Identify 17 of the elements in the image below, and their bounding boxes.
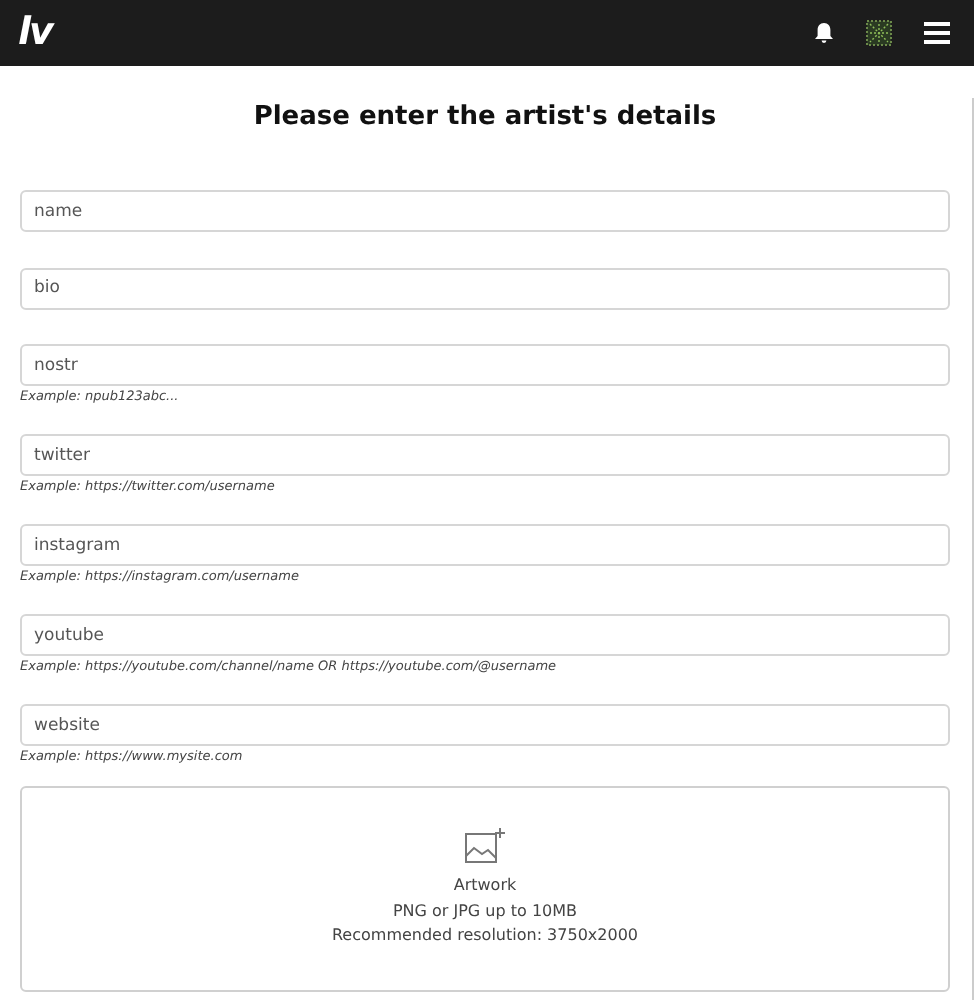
upload-resolution: Recommended resolution: 3750x2000 xyxy=(331,924,639,949)
upload-formats: PNG or JPG up to 10MB xyxy=(392,899,578,924)
input-field[interactable]: name xyxy=(20,190,950,232)
bell-icon[interactable] xyxy=(814,22,834,44)
menu-icon[interactable] xyxy=(924,22,950,44)
input-field[interactable]: nostr xyxy=(20,344,950,386)
avatar-icon[interactable] xyxy=(866,20,892,46)
input-field[interactable]: website xyxy=(20,704,950,746)
page-title: Please enter the artist's details xyxy=(251,100,719,136)
artwork-upload-area[interactable]: Artwork PNG or JPG up to 10MB Recommended resolution: 3750x2000 xyxy=(20,785,950,991)
upload-label: Artwork xyxy=(453,873,517,898)
add-image-icon xyxy=(463,825,507,866)
input-field[interactable]: twitter xyxy=(20,434,950,476)
input-field[interactable]: youtube xyxy=(20,614,950,656)
logo[interactable]: lv xyxy=(18,14,52,52)
input-field[interactable]: instagram xyxy=(20,524,950,566)
input-field[interactable]: bio xyxy=(20,267,950,309)
